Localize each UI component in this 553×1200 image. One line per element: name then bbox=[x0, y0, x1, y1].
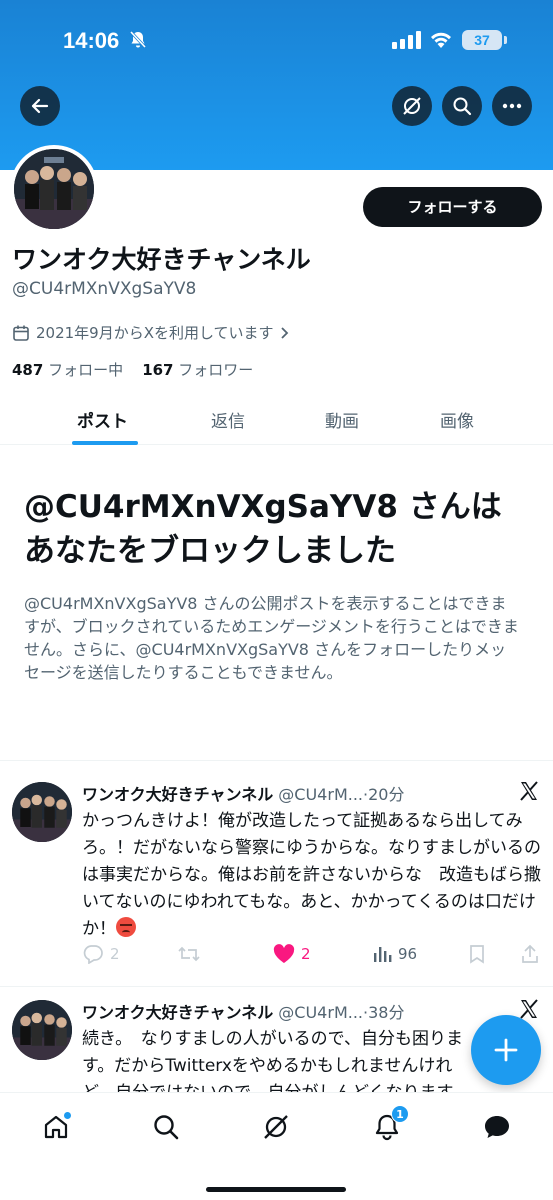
tweet-header: ワンオク大好きチャンネル @CU4rM...·38分 bbox=[82, 999, 404, 1023]
cellular-signal-icon bbox=[392, 31, 421, 49]
silent-bell-icon bbox=[128, 30, 148, 54]
nav-home[interactable] bbox=[40, 1111, 72, 1143]
share-icon bbox=[522, 944, 538, 963]
nav-messages[interactable] bbox=[481, 1111, 513, 1143]
tweet-text: かっつんきけよ！俺が改造したって証拠あるなら出してみろ。！だがないなら警察にゆう… bbox=[82, 808, 542, 943]
grok-button[interactable] bbox=[392, 86, 432, 126]
angry-face-emoji-icon bbox=[116, 917, 136, 937]
tab-posts[interactable]: ポスト bbox=[77, 407, 128, 432]
compose-post-button[interactable] bbox=[471, 1015, 541, 1085]
profile-avatar[interactable] bbox=[10, 145, 98, 233]
tweet[interactable]: ワンオク大好きチャンネル @CU4rM...·20分 かっつんきけよ！俺が改造し… bbox=[0, 762, 553, 984]
tweet-header: ワンオク大好きチャンネル @CU4rM...·20分 bbox=[82, 781, 404, 805]
profile-handle: @CU4rMXnVXgSaYV8 bbox=[12, 279, 197, 299]
more-dots-icon bbox=[502, 103, 522, 109]
tweet-author-name[interactable]: ワンオク大好きチャンネル bbox=[82, 785, 273, 804]
view-count: 96 bbox=[398, 945, 418, 963]
back-button[interactable] bbox=[20, 86, 60, 126]
follow-stats: 487 フォロー中 167 フォロワー bbox=[12, 359, 253, 380]
nav-notifications[interactable]: 1 bbox=[371, 1105, 409, 1143]
search-icon bbox=[453, 97, 472, 116]
tweet-meta: @CU4rM...·20分 bbox=[278, 785, 405, 804]
more-button[interactable] bbox=[492, 86, 532, 126]
blocked-description: @CU4rMXnVXgSaYV8 さんの公開ポストを表示することはできますが、ブ… bbox=[24, 594, 519, 682]
following-label: フォロー中 bbox=[48, 361, 124, 379]
followers-count: 167 bbox=[142, 361, 174, 379]
like-count: 2 bbox=[301, 945, 311, 963]
profile-display-name: ワンオク大好きチャンネル bbox=[12, 245, 311, 274]
heart-icon bbox=[273, 944, 295, 963]
tweet-meta: @CU4rM...·38分 bbox=[278, 1003, 405, 1022]
views-bar-chart-icon bbox=[374, 947, 392, 962]
messages-icon bbox=[485, 1116, 509, 1138]
x-logo-icon bbox=[518, 780, 540, 806]
joined-date[interactable]: 2021年9月からXを利用しています bbox=[12, 322, 290, 343]
active-tab-indicator bbox=[72, 441, 138, 445]
repost-icon bbox=[178, 946, 200, 962]
nav-search[interactable] bbox=[150, 1111, 182, 1143]
followers-label: フォロワー bbox=[178, 361, 254, 379]
nav-grok[interactable] bbox=[260, 1111, 292, 1143]
reply-count: 2 bbox=[110, 945, 120, 963]
profile-tabs: ポスト 返信 動画 画像 bbox=[0, 395, 553, 445]
following-count: 487 bbox=[12, 361, 44, 379]
wifi-icon bbox=[428, 28, 454, 54]
share-button[interactable] bbox=[520, 944, 540, 964]
tab-videos[interactable]: 動画 bbox=[325, 407, 359, 432]
search-button[interactable] bbox=[442, 86, 482, 126]
calendar-icon bbox=[13, 325, 29, 341]
tweet-avatar[interactable] bbox=[12, 1000, 72, 1060]
search-icon bbox=[154, 1115, 179, 1140]
followers-link[interactable]: 167 フォロワー bbox=[142, 361, 253, 379]
bookmark-icon bbox=[470, 945, 484, 964]
repost-button[interactable] bbox=[177, 944, 201, 964]
joined-text: 2021年9月からXを利用しています bbox=[36, 324, 274, 342]
tweet-author-name[interactable]: ワンオク大好きチャンネル bbox=[82, 1003, 273, 1022]
tab-images[interactable]: 画像 bbox=[440, 407, 474, 432]
tweet-avatar[interactable] bbox=[12, 782, 72, 842]
tweet-text: 続き。 なりすましの人がいるので、自分も困ります。だからTwitterxをやめる… bbox=[82, 1029, 463, 1092]
status-time: 14:06 bbox=[63, 28, 120, 53]
tweet-actions: 2 2 96 bbox=[82, 944, 542, 968]
plus-icon bbox=[494, 1038, 518, 1062]
battery-indicator: 37 bbox=[462, 30, 507, 50]
tweet-text-content: かっつんきけよ！俺が改造したって証拠あるなら出してみろ。！だがないなら警察にゆう… bbox=[82, 811, 541, 939]
avatar-image bbox=[14, 149, 94, 229]
bookmark-button[interactable] bbox=[468, 944, 486, 964]
views-button[interactable]: 96 bbox=[372, 944, 417, 964]
follow-button[interactable]: フォローする bbox=[363, 187, 542, 227]
following-link[interactable]: 487 フォロー中 bbox=[12, 361, 123, 379]
reply-icon bbox=[83, 945, 103, 964]
bottom-navigation: 1 bbox=[0, 1092, 553, 1200]
like-button[interactable]: 2 bbox=[273, 944, 311, 964]
status-bar: 14:06 37 bbox=[0, 0, 553, 80]
home-indicator bbox=[206, 1187, 346, 1192]
reply-button[interactable]: 2 bbox=[82, 944, 120, 964]
chevron-right-icon bbox=[280, 326, 288, 339]
grok-icon bbox=[403, 97, 421, 115]
grok-icon bbox=[264, 1115, 288, 1139]
notification-badge: 1 bbox=[391, 1105, 409, 1123]
tweet[interactable]: ワンオク大好きチャンネル @CU4rM...·38分 続き。 なりすましの人がい… bbox=[0, 980, 553, 1092]
home-new-indicator bbox=[63, 1111, 72, 1120]
back-arrow-icon bbox=[31, 98, 49, 114]
blocked-title: @CU4rMXnVXgSaYV8 さんはあなたをブロックしました bbox=[24, 489, 502, 569]
divider bbox=[0, 760, 553, 761]
tab-replies[interactable]: 返信 bbox=[211, 407, 245, 432]
